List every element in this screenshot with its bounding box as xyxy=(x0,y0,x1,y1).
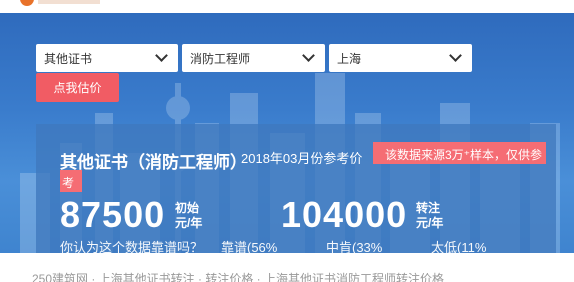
city-select-value: 上海 xyxy=(337,51,362,66)
chevron-down-icon xyxy=(449,49,462,62)
logo-subtitle xyxy=(38,0,100,4)
reference-date: 2018年03月份参考价 xyxy=(241,151,363,166)
transfer-price-value: 104000 xyxy=(281,194,408,235)
site-logo-icon[interactable] xyxy=(20,0,34,6)
category-select-value: 其他证书 xyxy=(44,51,93,66)
source-note-badge-tail: 考 xyxy=(60,170,82,192)
hero-banner: 其他证书 消防工程师 上海 点我估价 其他证书（消防工程师） 2018年03月份… xyxy=(0,13,574,253)
result-title: 其他证书（消防工程师） xyxy=(60,153,247,172)
price-result-panel: 其他证书（消防工程师） 2018年03月份参考价 该数据来源3万⁺样本，仅供参 … xyxy=(36,124,556,253)
transfer-price-label-unit: 元/年 xyxy=(416,216,444,230)
certificate-select-value: 消防工程师 xyxy=(190,51,251,66)
initial-price-label-unit: 元/年 xyxy=(175,216,203,230)
chevron-down-icon xyxy=(302,49,315,62)
initial-price-value: 87500 xyxy=(60,194,166,235)
estimate-button[interactable]: 点我估价 xyxy=(36,73,119,102)
top-bar xyxy=(0,0,574,13)
reliability-question: 你认为这个数据靠谱吗？ xyxy=(60,240,204,253)
transfer-price-label-type: 转注 xyxy=(416,201,441,215)
category-select[interactable]: 其他证书 xyxy=(36,44,178,72)
initial-price-label: 初始 元/年 xyxy=(175,201,202,231)
certificate-select[interactable]: 消防工程师 xyxy=(182,44,325,72)
transfer-price-label: 转注 元/年 xyxy=(416,201,443,231)
vote-fair-option[interactable]: 中肯(33% xyxy=(326,237,382,253)
city-select[interactable]: 上海 xyxy=(329,44,472,72)
source-note-badge: 该数据来源3万⁺样本，仅供参 xyxy=(373,142,546,164)
breadcrumb-links[interactable]: 250建筑网 · 上海其他证书转注 · 转注价格 · 上海其他证书消防工程师转注… xyxy=(32,270,444,282)
vote-too-low-option[interactable]: 太低(11% xyxy=(431,237,486,253)
vote-reliable-option[interactable]: 靠谱(56% xyxy=(221,237,277,253)
chevron-down-icon xyxy=(155,49,168,62)
initial-price-label-type: 初始 xyxy=(175,201,200,215)
